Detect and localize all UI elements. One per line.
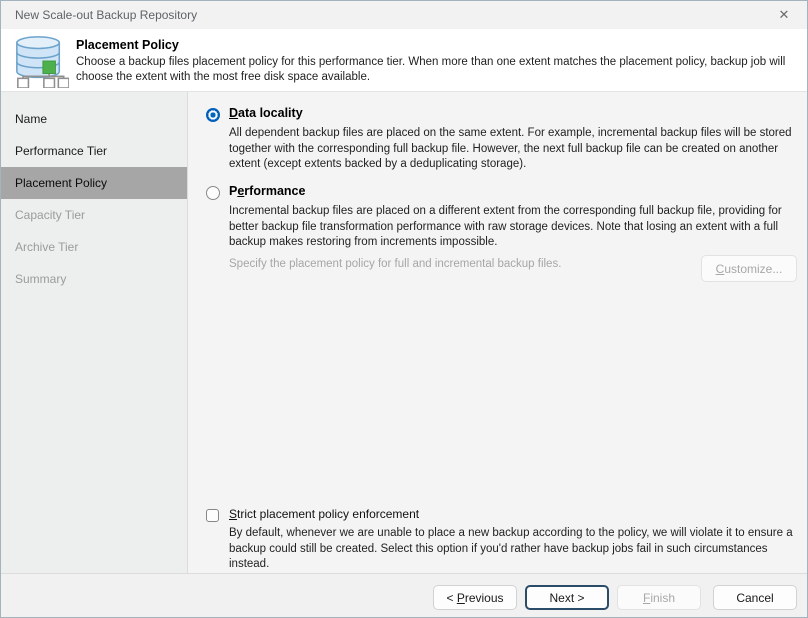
strict-policy-checkbox-icon[interactable] — [206, 509, 219, 522]
wizard-footer: < Previous Next > Finish Cancel — [1, 573, 807, 618]
sidebar-item-placement-policy[interactable]: Placement Policy — [1, 167, 187, 199]
title-bar: New Scale-out Backup Repository ✕ — [1, 1, 807, 29]
page-description: Choose a backup files placement policy f… — [76, 55, 792, 85]
previous-button[interactable]: < Previous — [433, 585, 517, 610]
strict-policy-description: By default, whenever we are unable to pl… — [229, 526, 807, 573]
placement-policy-panel: Data locality All dependent backup files… — [189, 92, 808, 573]
page-title: Placement Policy — [76, 38, 179, 52]
data-locality-description: All dependent backup files are placed on… — [229, 126, 804, 173]
wizard-steps-sidebar: Name Performance Tier Placement Policy C… — [1, 92, 188, 573]
strict-policy-label[interactable]: Strict placement policy enforcement — [229, 507, 419, 521]
sidebar-item-name[interactable]: Name — [1, 103, 187, 135]
wizard-window: New Scale-out Backup Repository ✕ Placem… — [0, 0, 808, 618]
finish-button[interactable]: Finish — [617, 585, 701, 610]
sidebar-item-archive-tier: Archive Tier — [1, 231, 187, 263]
performance-radio-icon[interactable] — [206, 186, 220, 200]
sidebar-item-capacity-tier: Capacity Tier — [1, 199, 187, 231]
data-locality-radio-icon[interactable] — [206, 108, 220, 122]
scale-out-backup-repository-icon — [11, 34, 69, 93]
customize-hint: Specify the placement policy for full an… — [229, 258, 689, 270]
sidebar-item-performance-tier[interactable]: Performance Tier — [1, 135, 187, 167]
performance-label[interactable]: Performance — [229, 184, 305, 198]
performance-description: Incremental backup files are placed on a… — [229, 204, 804, 251]
next-button[interactable]: Next > — [525, 585, 609, 610]
cancel-button[interactable]: Cancel — [713, 585, 797, 610]
wizard-header: Placement Policy Choose a backup files p… — [1, 29, 807, 92]
close-icon[interactable]: ✕ — [775, 7, 793, 23]
window-title: New Scale-out Backup Repository — [15, 8, 197, 22]
data-locality-label[interactable]: Data locality — [229, 106, 303, 120]
customize-button[interactable]: Customize... — [701, 255, 797, 282]
sidebar-item-summary: Summary — [1, 263, 187, 295]
